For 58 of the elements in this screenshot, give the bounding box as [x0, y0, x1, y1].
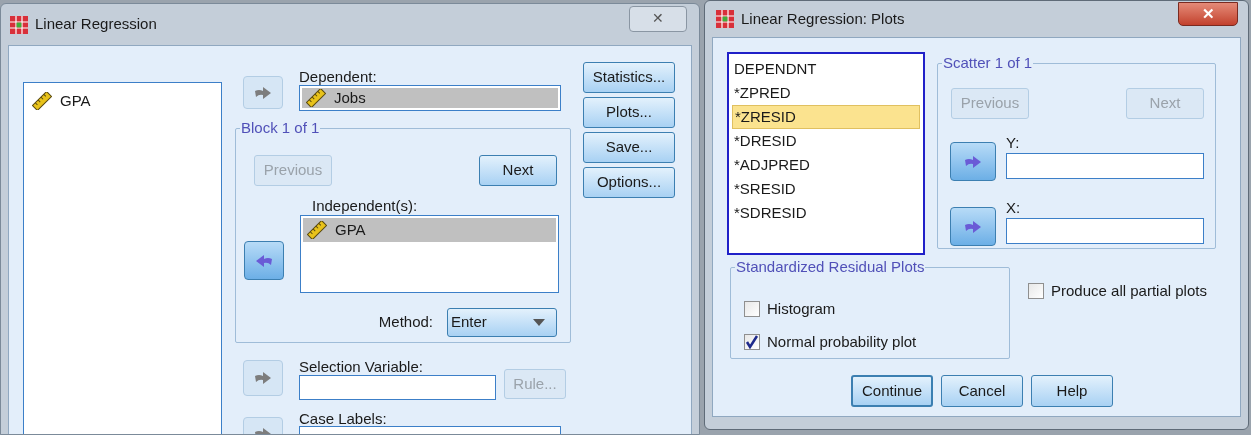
variable-item[interactable]: *ADJPRED	[732, 153, 920, 177]
app-icon	[9, 14, 29, 35]
dialog-button[interactable]: Statistics...	[583, 62, 675, 93]
variable-item[interactable]: *DRESID	[732, 129, 920, 153]
close-button[interactable]: ✕	[1178, 2, 1238, 26]
arrow-icon	[964, 154, 982, 169]
arrow-icon	[254, 371, 272, 385]
field-label: Selection Variable:	[299, 360, 424, 374]
field-label: Dependent:	[299, 70, 378, 84]
checkbox[interactable]	[744, 333, 760, 350]
close-button[interactable]: ✕	[629, 5, 687, 32]
arrow-icon	[254, 85, 272, 100]
arrow-icon	[255, 253, 273, 268]
window-title: Linear Regression: Plots	[741, 8, 905, 29]
dialog-button[interactable]: Help	[1031, 375, 1113, 407]
variable-item: Jobs	[334, 87, 366, 108]
dialog-button[interactable]: Continue	[851, 375, 933, 407]
dialog-button[interactable]: Options...	[583, 167, 675, 198]
variable-item[interactable]: *ZRESID	[732, 105, 920, 129]
variable-item[interactable]: *SRESID	[732, 177, 920, 201]
ruler-icon	[32, 92, 52, 110]
variable-item[interactable]: *ZPRED	[732, 81, 920, 105]
app-icon	[715, 9, 735, 29]
variable-item[interactable]: GPA	[303, 218, 556, 242]
variable-item[interactable]: *SDRESID	[732, 201, 920, 225]
variable-list[interactable]: DEPENDNT *ZPRED *ZRESID *DRESID *ADJPRED *SRESID *SDRESID	[727, 52, 925, 255]
selection-field[interactable]	[299, 375, 496, 400]
dialog-button[interactable]: Save...	[583, 132, 675, 163]
check-icon	[745, 334, 759, 349]
ruler-icon	[307, 221, 327, 239]
move-arrow-button[interactable]	[950, 142, 996, 181]
method-dropdown[interactable]: Enter	[447, 308, 557, 337]
field-label: X:	[1006, 201, 1022, 215]
move-arrow-button[interactable]	[244, 241, 284, 280]
variable-item[interactable]: GPA	[30, 89, 215, 113]
checkbox-label: Normal probability plot	[767, 331, 917, 352]
checkbox[interactable]	[744, 301, 760, 318]
checkbox[interactable]	[1028, 283, 1044, 300]
dropdown-caret-icon	[533, 319, 545, 326]
dialog-button[interactable]: Next	[479, 155, 557, 186]
ruler-icon	[306, 89, 326, 107]
window-title: Linear Regression	[35, 14, 157, 35]
field-label: Case Labels:	[299, 412, 388, 426]
checkbox-label: Produce all partial plots	[1051, 281, 1207, 301]
axis-field[interactable]	[1006, 218, 1204, 244]
move-arrow-button[interactable]	[950, 207, 996, 246]
dialog-button[interactable]: Plots...	[583, 97, 675, 128]
checkbox-label: Histogram	[767, 299, 836, 319]
arrow-icon	[964, 219, 982, 234]
field-label: Method:	[378, 312, 433, 333]
axis-field[interactable]	[1006, 153, 1204, 179]
variable-list[interactable]: GPA	[23, 82, 222, 434]
dependent-field[interactable]: Jobs	[299, 85, 561, 111]
independent-list[interactable]: GPA	[300, 215, 559, 293]
field-label: Independent(s):	[312, 199, 419, 213]
variable-item[interactable]: DEPENDNT	[732, 57, 920, 81]
field-label: Y:	[1006, 136, 1021, 150]
dialog-button[interactable]: Cancel	[941, 375, 1023, 407]
